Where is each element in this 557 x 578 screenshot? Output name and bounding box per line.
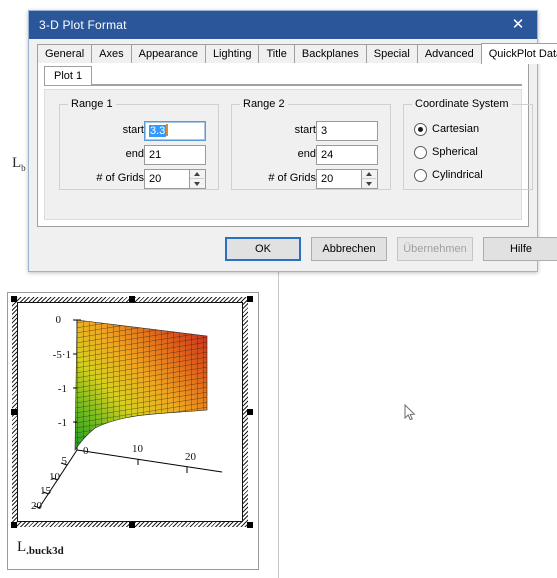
tab-appearance[interactable]: Appearance [130, 44, 206, 63]
x-tick-label-1: 20 [185, 451, 197, 463]
tab-title[interactable]: Title [258, 44, 295, 63]
radio-cylindrical[interactable]: Cylindrical [414, 167, 483, 183]
document-behind-expression: Lb [12, 155, 26, 173]
resize-handle-bottom-center[interactable] [129, 522, 135, 528]
sub-tab-strip: Plot 1 [44, 66, 522, 86]
resize-handle-top-center[interactable] [129, 296, 135, 302]
radio-spherical-icon[interactable] [414, 145, 427, 159]
text-caret [166, 124, 169, 136]
radio-spherical-label: Spherical [432, 146, 478, 158]
tab-page-quickplot-data: Plot 1 Range 1 start 3.3 end 21 # of Gri… [37, 63, 533, 227]
resize-handle-middle-left[interactable] [11, 409, 17, 415]
range-2-start-input[interactable]: 3 [316, 121, 378, 141]
behind-expression-sub: b [21, 163, 26, 173]
radio-cylindrical-label: Cylindrical [432, 169, 483, 181]
plot-region[interactable]: 0 -5·1 -1 -1 0 10 20 5 10 15 20 L.buck3d [7, 292, 259, 570]
mouse-cursor-icon [404, 404, 416, 421]
radio-cylindrical-icon[interactable] [414, 168, 427, 182]
spinner-up-icon[interactable] [190, 170, 204, 179]
spinner-up-icon[interactable] [362, 170, 376, 179]
radio-cartesian[interactable]: Cartesian [414, 121, 479, 137]
subtab-plot-1[interactable]: Plot 1 [44, 66, 93, 85]
range-1-grids-label: # of Grids [96, 172, 144, 184]
range-1-end-label: end [125, 148, 144, 160]
tab-lighting[interactable]: Lighting [204, 44, 260, 63]
subtab-filler [92, 67, 522, 85]
range-1-start-value: 3.3 [149, 125, 167, 137]
group-range-1: Range 1 start 3.3 end 21 # of Grids 20 [59, 98, 219, 190]
tab-axes[interactable]: Axes [91, 44, 132, 63]
dialog-button-row: OK Abbrechen Übernehmen Hilfe [29, 237, 557, 261]
resize-handle-middle-right[interactable] [247, 409, 253, 415]
behind-expression-base: L [12, 155, 22, 171]
radio-cartesian-icon[interactable] [414, 122, 427, 136]
x-tick-label-0: 10 [132, 443, 144, 455]
app-root: Lb 3-D Plot Format ✕ General Axes Appear… [0, 0, 557, 578]
range-1-start-row: start 3.3 [60, 121, 212, 141]
help-button[interactable]: Hilfe [483, 237, 557, 261]
radio-spherical[interactable]: Spherical [414, 144, 478, 160]
tab-strip: General Axes Appearance Lighting Title B… [37, 43, 557, 64]
y-tick-label-0: 5 [62, 455, 68, 467]
range-1-grids-row: # of Grids 20 [60, 169, 212, 189]
plot-expression-base: L [17, 539, 27, 555]
cancel-button[interactable]: Abbrechen [311, 237, 387, 261]
range-1-grids-spinner[interactable] [190, 169, 206, 189]
apply-button: Übernehmen [397, 237, 473, 261]
z-tick-label-3: -1 [58, 417, 67, 429]
tab-quickplot-data[interactable]: QuickPlot Data [480, 43, 557, 64]
tab-special[interactable]: Special [365, 44, 418, 63]
y-tick-label-2: 15 [40, 485, 52, 497]
range-1-start-input[interactable]: 3.3 [144, 121, 206, 141]
range-2-end-label: end [297, 148, 316, 160]
group-coordinate-system-legend: Coordinate System [412, 98, 512, 110]
surface-mesh [74, 319, 208, 452]
plot-format-dialog: 3-D Plot Format ✕ General Axes Appearanc… [28, 10, 557, 272]
group-range-2: Range 2 start 3 end 24 # of Grids 20 [231, 98, 391, 190]
group-coordinate-system: Coordinate System Cartesian Spherical Cy… [403, 98, 533, 190]
ok-button[interactable]: OK [225, 237, 301, 261]
range-1-start-label: start [122, 124, 144, 136]
surface-gridlines [74, 319, 208, 452]
resize-handle-bottom-right[interactable] [247, 522, 253, 528]
range-2-end-input[interactable]: 24 [316, 145, 378, 165]
plot-expression-sub: .buck3d [26, 545, 64, 557]
y-tick-label-3: 20 [31, 500, 43, 512]
y-tick-label-1: 10 [49, 471, 61, 483]
range-1-end-row: end 21 [60, 145, 212, 165]
spinner-down-icon[interactable] [190, 179, 204, 188]
group-range-2-legend: Range 2 [240, 98, 288, 110]
range-2-end-row: end 24 [232, 145, 384, 165]
z-tick-label-1: -5·1 [53, 349, 71, 361]
tab-advanced[interactable]: Advanced [416, 44, 482, 63]
range-2-start-label: start [294, 124, 316, 136]
range-2-grids-input[interactable]: 20 [316, 169, 362, 189]
radio-cartesian-label: Cartesian [432, 123, 480, 135]
range-1-grids-input[interactable]: 20 [144, 169, 190, 189]
group-range-1-legend: Range 1 [68, 98, 116, 110]
close-icon[interactable]: ✕ [499, 11, 537, 39]
range-1-end-input[interactable]: 21 [144, 145, 206, 165]
z-origin-tick-label: 0 [83, 445, 89, 457]
resize-handle-top-left[interactable] [11, 296, 17, 302]
spinner-down-icon[interactable] [362, 179, 376, 188]
range-2-grids-row: # of Grids 20 [232, 169, 384, 189]
range-2-start-row: start 3 [232, 121, 384, 141]
quickplot-panel: Range 1 start 3.3 end 21 # of Grids 20 R… [44, 89, 533, 220]
surface-plot-svg: 0 -5·1 -1 -1 0 10 20 5 10 15 20 [31, 314, 223, 512]
resize-handle-top-right[interactable] [247, 296, 253, 302]
z-tick-label-0: 0 [56, 314, 62, 326]
dialog-body: General Axes Appearance Lighting Title B… [29, 39, 557, 271]
range-2-grids-spinner[interactable] [362, 169, 378, 189]
tab-backplanes[interactable]: Backplanes [293, 44, 367, 63]
dialog-titlebar: 3-D Plot Format ✕ [29, 11, 537, 39]
z-tick-label-2: -1 [58, 383, 67, 395]
plot-expression-label: L.buck3d [17, 539, 64, 557]
resize-handle-bottom-left[interactable] [11, 522, 17, 528]
document-margin-line [278, 272, 279, 578]
range-2-grids-label: # of Grids [268, 172, 316, 184]
tab-general[interactable]: General [37, 44, 93, 63]
x-axis [76, 449, 223, 473]
dialog-title: 3-D Plot Format [39, 18, 127, 32]
